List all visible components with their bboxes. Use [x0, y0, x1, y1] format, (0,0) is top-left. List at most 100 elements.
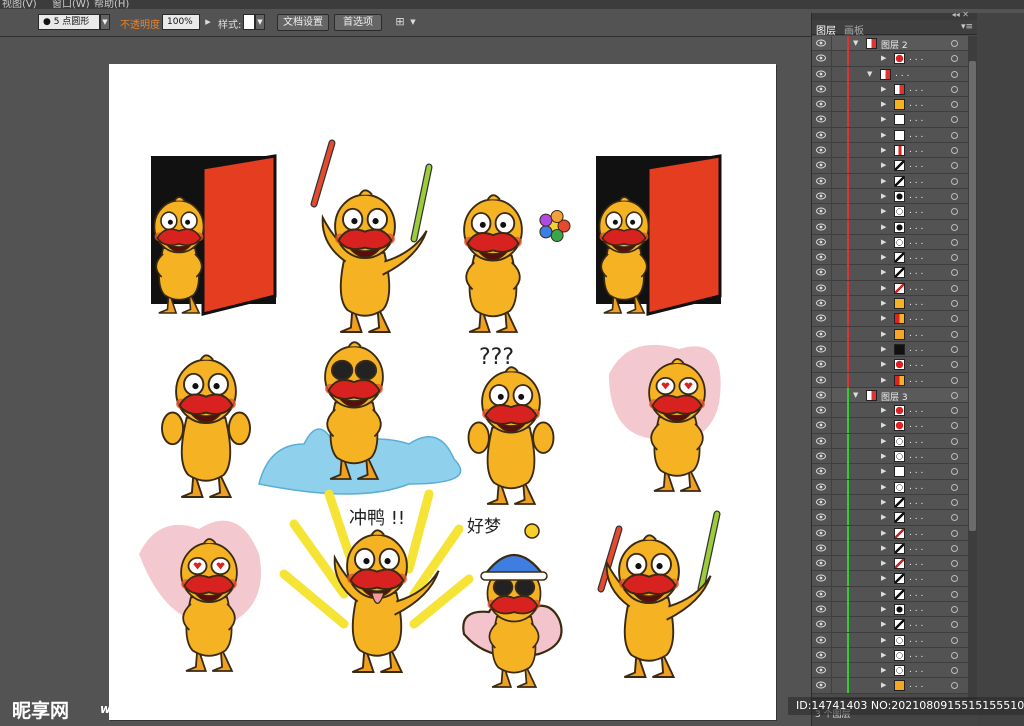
lock-cell[interactable]	[831, 143, 832, 159]
sublayer-row[interactable]: ▶ . . .	[812, 204, 968, 220]
expand-toggle-icon[interactable]: ▶	[881, 467, 889, 475]
sublayer-row[interactable]: ▶ . . .	[812, 586, 968, 602]
expand-toggle-icon[interactable]: ▶	[881, 559, 889, 567]
sublayer-row[interactable]: ▶ . . .	[812, 188, 968, 205]
expand-toggle-icon[interactable]: ▶	[881, 299, 889, 307]
visibility-eye-icon[interactable]	[816, 284, 826, 292]
target-circle-icon[interactable]	[951, 422, 958, 430]
layer-name[interactable]: . . .	[909, 589, 923, 599]
visibility-eye-icon[interactable]	[816, 467, 826, 475]
target-circle-icon[interactable]	[951, 315, 958, 323]
visibility-eye-icon[interactable]	[816, 299, 826, 307]
target-circle-icon[interactable]	[951, 575, 958, 583]
expand-toggle-icon[interactable]: ▶	[881, 284, 889, 292]
visibility-eye-icon[interactable]	[816, 651, 826, 659]
sublayer-row[interactable]: ▶ . . .	[812, 341, 968, 358]
expand-toggle-icon[interactable]: ▼	[867, 70, 875, 78]
lock-cell[interactable]	[831, 647, 832, 663]
layers-scrollbar[interactable]	[968, 36, 977, 698]
sublayer-row[interactable]: ▶ . . .	[812, 647, 968, 664]
target-circle-icon[interactable]	[951, 376, 958, 384]
visibility-eye-icon[interactable]	[816, 100, 826, 108]
target-circle-icon[interactable]	[951, 453, 958, 461]
visibility-eye-icon[interactable]	[816, 376, 826, 384]
expand-toggle-icon[interactable]: ▶	[881, 483, 889, 491]
layer-name[interactable]: 图层 3	[881, 390, 908, 403]
lock-cell[interactable]	[831, 127, 832, 143]
sublayer-row[interactable]: ▶ . . .	[812, 510, 968, 526]
target-circle-icon[interactable]	[951, 590, 958, 598]
visibility-eye-icon[interactable]	[816, 345, 826, 353]
lock-cell[interactable]	[831, 36, 832, 51]
expand-toggle-icon[interactable]: ▶	[881, 620, 889, 628]
lock-cell[interactable]	[831, 296, 832, 312]
visibility-eye-icon[interactable]	[816, 452, 826, 460]
layer-name[interactable]: . . .	[909, 359, 923, 369]
lock-cell[interactable]	[831, 234, 832, 250]
expand-toggle-icon[interactable]: ▶	[881, 192, 889, 200]
expand-toggle-icon[interactable]: ▶	[881, 544, 889, 552]
lock-cell[interactable]	[831, 158, 832, 174]
target-circle-icon[interactable]	[951, 529, 958, 537]
layer-name[interactable]: . . .	[909, 206, 923, 216]
opacity-label[interactable]: 不透明度	[120, 16, 160, 31]
expand-toggle-icon[interactable]: ▶	[881, 437, 889, 445]
layer-name[interactable]: . . .	[909, 573, 923, 583]
arrange-dropdown-icon[interactable]: ▼	[405, 15, 421, 29]
visibility-eye-icon[interactable]	[816, 498, 826, 506]
target-circle-icon[interactable]	[951, 621, 958, 629]
expand-toggle-icon[interactable]: ▶	[881, 85, 889, 93]
expand-toggle-icon[interactable]: ▶	[881, 605, 889, 613]
preferences-button[interactable]: 首选项	[334, 14, 382, 31]
sublayer-row[interactable]: ▶ . . .	[812, 372, 968, 388]
layer-name[interactable]: . . .	[909, 145, 923, 155]
sublayer-row[interactable]: ▶ . . .	[812, 234, 968, 251]
expand-toggle-icon[interactable]: ▶	[881, 666, 889, 674]
expand-toggle-icon[interactable]: ▶	[881, 131, 889, 139]
style-swatch[interactable]	[243, 14, 255, 30]
target-circle-icon[interactable]	[951, 192, 958, 200]
layer-name[interactable]: . . .	[909, 313, 923, 323]
visibility-eye-icon[interactable]	[816, 360, 826, 368]
sublayer-row[interactable]: ▶ . . .	[812, 525, 968, 541]
visibility-eye-icon[interactable]	[816, 421, 826, 429]
layer-name[interactable]: 图层 2	[881, 38, 908, 51]
lock-cell[interactable]	[831, 341, 832, 357]
layer-name[interactable]: . . .	[909, 650, 923, 660]
target-circle-icon[interactable]	[951, 391, 958, 399]
layer-name[interactable]: . . .	[909, 252, 923, 262]
visibility-eye-icon[interactable]	[816, 253, 826, 261]
layer-name[interactable]: . . .	[909, 497, 923, 507]
target-circle-icon[interactable]	[951, 208, 958, 216]
visibility-eye-icon[interactable]	[816, 330, 826, 338]
visibility-eye-icon[interactable]	[816, 544, 826, 552]
lock-cell[interactable]	[831, 51, 832, 67]
lock-cell[interactable]	[831, 326, 832, 342]
lock-cell[interactable]	[831, 433, 832, 449]
visibility-eye-icon[interactable]	[816, 314, 826, 322]
layer-row[interactable]: ▼ 图层 3	[812, 387, 968, 404]
target-circle-icon[interactable]	[951, 667, 958, 675]
lock-cell[interactable]	[831, 280, 832, 296]
layer-name[interactable]: . . .	[909, 99, 923, 109]
layer-name[interactable]: . . .	[909, 298, 923, 308]
target-circle-icon[interactable]	[951, 162, 958, 170]
expand-toggle-icon[interactable]: ▶	[881, 100, 889, 108]
expand-toggle-icon[interactable]: ▶	[881, 223, 889, 231]
sublayer-row[interactable]: ▶ . . .	[812, 433, 968, 450]
sublayer-row[interactable]: ▶ . . .	[812, 311, 968, 327]
scrollbar-thumb[interactable]	[969, 61, 976, 531]
target-circle-icon[interactable]	[951, 131, 958, 139]
expand-toggle-icon[interactable]: ▶	[881, 636, 889, 644]
visibility-eye-icon[interactable]	[816, 39, 826, 47]
lock-cell[interactable]	[831, 449, 832, 465]
target-circle-icon[interactable]	[951, 498, 958, 506]
lock-cell[interactable]	[831, 311, 832, 327]
lock-cell[interactable]	[831, 556, 832, 572]
visibility-eye-icon[interactable]	[816, 574, 826, 582]
target-circle-icon[interactable]	[951, 651, 958, 659]
visibility-eye-icon[interactable]	[816, 529, 826, 537]
sublayer-row[interactable]: ▶ . . .	[812, 219, 968, 235]
panel-collapse-icon[interactable]: ◂◂ ✕	[952, 10, 969, 19]
sublayer-row[interactable]: ▶ . . .	[812, 173, 968, 189]
